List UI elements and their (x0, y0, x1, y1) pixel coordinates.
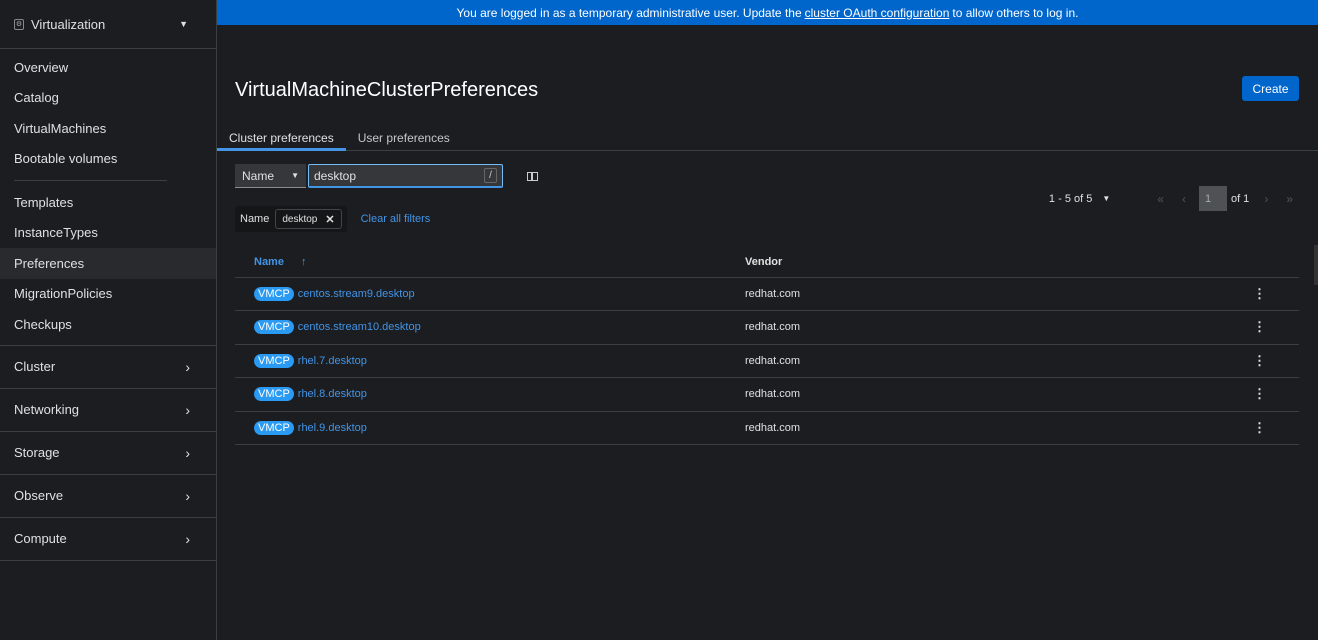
sidebar-section-observe[interactable]: Observe › (0, 473, 216, 517)
filter-type-label: Name (242, 168, 275, 183)
chip-label: desktop (282, 213, 318, 225)
sidebar-item-checkups[interactable]: Checkups (0, 309, 216, 340)
column-header-vendor: Vendor (745, 247, 1239, 278)
clear-filters-link[interactable]: Clear all filters (361, 213, 431, 225)
section-label: Cluster (14, 359, 56, 374)
table-row: VMCP centos.stream9.desktop redhat.com ⋮ (235, 277, 1299, 311)
sidebar-item-bootable-volumes[interactable]: Bootable volumes (0, 144, 216, 175)
preference-link[interactable]: rhel.9.desktop (298, 422, 367, 434)
section-label: Compute (14, 531, 67, 546)
table-row: VMCP rhel.9.desktop redhat.com ⋮ (235, 411, 1299, 445)
table-row: VMCP centos.stream10.desktop redhat.com ⋮ (235, 310, 1299, 345)
chevron-right-icon: › (185, 358, 190, 375)
sort-asc-icon: ↑ (301, 255, 307, 268)
vendor-cell: redhat.com (745, 277, 1239, 311)
create-button[interactable]: Create (1242, 76, 1299, 101)
vendor-cell: redhat.com (745, 344, 1239, 378)
sidebar-item-preferences[interactable]: Preferences (0, 248, 216, 279)
kebab-menu-icon[interactable]: ⋮ (1239, 277, 1299, 311)
close-icon[interactable]: ✕ (325, 213, 334, 226)
section-label: Storage (14, 445, 60, 460)
sidebar-section-networking[interactable]: Networking › (0, 387, 216, 431)
column-header-name[interactable]: Name ↑ (235, 247, 745, 278)
vendor-cell: redhat.com (745, 310, 1239, 345)
virtualization-icon: ⚙ (14, 18, 24, 30)
chevron-right-icon: › (185, 444, 190, 461)
pagination-range[interactable]: 1 - 5 of 5 (1049, 193, 1092, 205)
search-value: desktop (314, 168, 357, 183)
manage-columns-icon[interactable] (527, 171, 538, 181)
next-page-icon[interactable]: › (1264, 192, 1268, 206)
kebab-menu-icon[interactable]: ⋮ (1239, 377, 1299, 412)
tabs: Cluster preferences User preferences (217, 125, 1318, 151)
section-label: Networking (14, 402, 80, 417)
main-content: VirtualMachineClusterPreferences Create … (217, 25, 1318, 640)
tab-cluster-preferences[interactable]: Cluster preferences (217, 125, 346, 151)
sidebar-item-migrationpolicies[interactable]: MigrationPolicies (0, 279, 216, 310)
preference-link[interactable]: centos.stream9.desktop (298, 288, 415, 300)
last-page-icon[interactable]: » (1286, 192, 1293, 206)
prev-page-icon[interactable]: ‹ (1182, 192, 1186, 206)
preference-link[interactable]: rhel.7.desktop (298, 355, 367, 367)
oauth-config-link[interactable]: cluster OAuth configuration (805, 6, 950, 20)
vendor-cell: redhat.com (745, 377, 1239, 412)
admin-banner: You are logged in as a temporary adminis… (217, 0, 1318, 25)
banner-text: You are logged in as a temporary adminis… (456, 5, 802, 20)
kebab-menu-icon[interactable]: ⋮ (1239, 310, 1299, 345)
preferences-table: Name ↑ Vendor VMCP centos.stream9.desktop… (235, 247, 1299, 445)
caret-down-icon: ▼ (291, 171, 299, 180)
page-count: of 1 (1230, 192, 1250, 205)
chip-group-label: Name (240, 213, 270, 225)
vmcp-badge: VMCP (254, 286, 294, 301)
page-title: VirtualMachineClusterPreferences (235, 79, 539, 101)
first-page-icon[interactable]: « (1157, 192, 1164, 206)
sidebar: ⚙ Virtualization ▼ Overview Catalog Virtua… (0, 0, 217, 640)
vmcp-badge: VMCP (254, 387, 294, 402)
chevron-right-icon: › (185, 530, 190, 547)
perspective-label: Virtualization (31, 16, 106, 32)
vmcp-badge: VMCP (254, 353, 294, 368)
sidebar-item-overview[interactable]: Overview (0, 52, 216, 83)
preference-link[interactable]: centos.stream10.desktop (298, 321, 421, 333)
section-label: Observe (14, 488, 64, 503)
perspective-switcher[interactable]: ⚙ Virtualization ▼ (0, 0, 216, 49)
banner-text-end: to allow others to log in. (952, 5, 1079, 20)
pagination: 1 - 5 of 5 ▼ « ‹ 1 of 1 › » (1049, 186, 1302, 211)
table-row: VMCP rhel.7.desktop redhat.com ⋮ (235, 344, 1299, 378)
search-input[interactable]: desktop / (308, 164, 503, 188)
scrollbar[interactable] (1314, 245, 1318, 285)
shortcut-hint: / (484, 168, 497, 183)
sidebar-section-compute[interactable]: Compute › (0, 516, 216, 560)
sidebar-item-virtualmachines[interactable]: VirtualMachines (0, 113, 216, 144)
sidebar-item-instancetypes[interactable]: InstanceTypes (0, 218, 216, 249)
caret-down-icon: ▼ (179, 19, 188, 29)
sidebar-item-templates[interactable]: Templates (0, 187, 216, 218)
header-label: Name (254, 255, 284, 268)
sidebar-item-catalog[interactable]: Catalog (0, 83, 216, 114)
kebab-menu-icon[interactable]: ⋮ (1239, 344, 1299, 378)
column-header-actions (1239, 247, 1299, 278)
vendor-cell: redhat.com (745, 411, 1239, 445)
sidebar-section-cluster[interactable]: Cluster › (0, 344, 216, 388)
page-input[interactable]: 1 (1198, 186, 1227, 211)
chevron-right-icon: › (185, 401, 190, 418)
tab-user-preferences[interactable]: User preferences (346, 125, 462, 150)
caret-down-icon[interactable]: ▼ (1102, 194, 1110, 203)
chevron-right-icon: › (185, 487, 190, 504)
preference-link[interactable]: rhel.8.desktop (298, 388, 367, 400)
vmcp-badge: VMCP (254, 420, 294, 435)
sidebar-section-storage[interactable]: Storage › (0, 430, 216, 474)
nav-divider (14, 180, 167, 181)
filter-chip-group: Name desktop ✕ (235, 206, 347, 232)
filter-chip: desktop ✕ (275, 209, 342, 229)
kebab-menu-icon[interactable]: ⋮ (1239, 411, 1299, 445)
vmcp-badge: VMCP (254, 320, 294, 335)
table-row: VMCP rhel.8.desktop redhat.com ⋮ (235, 377, 1299, 412)
filter-type-select[interactable]: Name ▼ (235, 164, 306, 188)
